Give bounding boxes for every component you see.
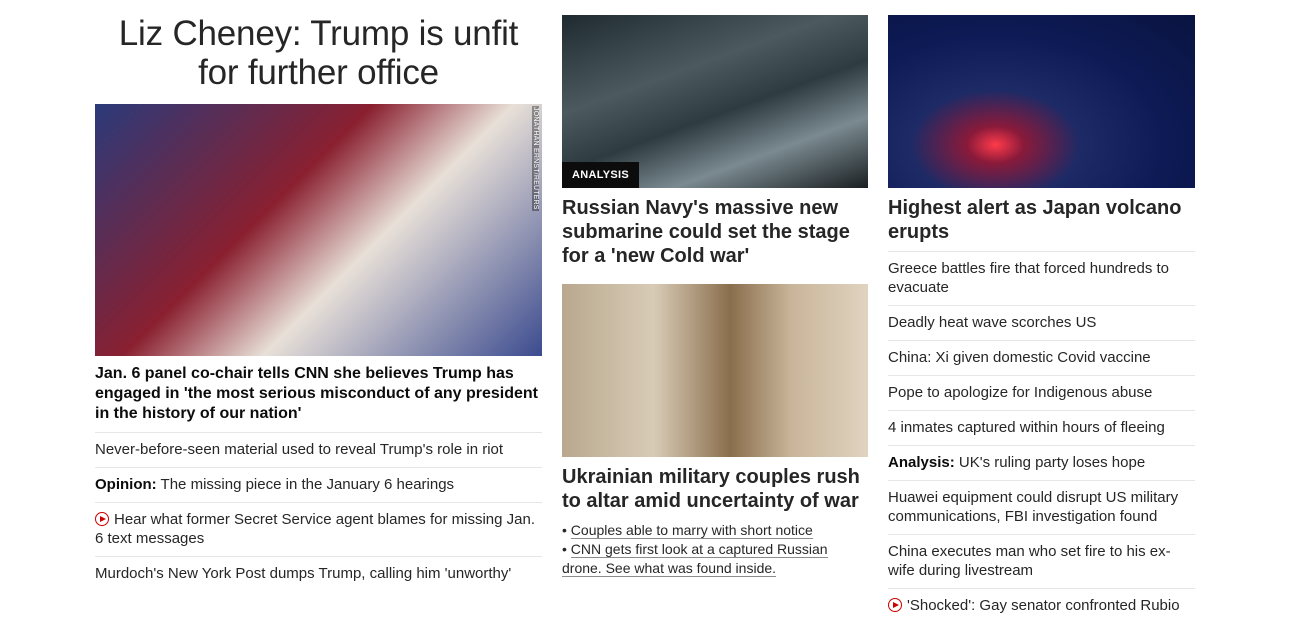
- link-text: Greece battles fire that forced hundreds…: [888, 260, 1169, 296]
- middle-column: ANALYSIS Russian Navy's massive new subm…: [562, 0, 868, 578]
- link-text: UK's ruling party loses hope: [954, 454, 1146, 471]
- play-video-icon: [95, 512, 109, 526]
- headline-link[interactable]: Deadly heat wave scorches US: [888, 305, 1195, 340]
- headline-link[interactable]: China: Xi given domestic Covid vaccine: [888, 340, 1195, 375]
- headline-link[interactable]: Analysis: UK's ruling party loses hope: [888, 445, 1195, 480]
- bullet-link[interactable]: • Couples able to marry with short notic…: [562, 521, 868, 540]
- submarine-headline[interactable]: Russian Navy's massive new submarine cou…: [562, 196, 868, 268]
- right-column: Highest alert as Japan volcano erupts Gr…: [888, 0, 1195, 623]
- volcano-image[interactable]: [888, 15, 1195, 188]
- headline-link[interactable]: Greece battles fire that forced hundreds…: [888, 251, 1195, 305]
- wedding-image[interactable]: [562, 284, 868, 457]
- link-text: 'Shocked': Gay senator confronted Rubio: [907, 597, 1180, 614]
- headline-link[interactable]: 4 inmates captured within hours of fleei…: [888, 410, 1195, 445]
- link-text: 4 inmates captured within hours of fleei…: [888, 419, 1165, 436]
- headline-link[interactable]: Pope to apologize for Indigenous abuse: [888, 375, 1195, 410]
- link-text: Huawei equipment could disrupt US milita…: [888, 489, 1179, 525]
- headline-link[interactable]: Never-before-seen material used to revea…: [95, 432, 542, 467]
- headline-link[interactable]: Huawei equipment could disrupt US milita…: [888, 480, 1195, 534]
- analysis-badge: ANALYSIS: [562, 162, 640, 188]
- lead-story-headline[interactable]: Jan. 6 panel co-chair tells CNN she beli…: [95, 364, 542, 424]
- link-text: China: Xi given domestic Covid vaccine: [888, 349, 1151, 366]
- link-text: The missing piece in the January 6 heari…: [156, 476, 455, 493]
- headline-link[interactable]: Murdoch's New York Post dumps Trump, cal…: [95, 556, 542, 591]
- play-video-icon: [888, 598, 902, 612]
- link-text: Deadly heat wave scorches US: [888, 314, 1097, 331]
- wedding-bullet-links: • Couples able to marry with short notic…: [562, 521, 868, 578]
- headline-list: Greece battles fire that forced hundreds…: [888, 251, 1195, 623]
- link-label-prefix: Opinion:: [95, 476, 157, 493]
- headline-link[interactable]: 'Shocked': Gay senator confronted Rubio: [888, 588, 1195, 623]
- link-text: China executes man who set fire to his e…: [888, 543, 1171, 579]
- bullet-link[interactable]: • CNN gets first look at a captured Russ…: [562, 540, 868, 578]
- headline-link[interactable]: Hear what former Secret Service agent bl…: [95, 502, 542, 556]
- headline-link[interactable]: Opinion: The missing piece in the Januar…: [95, 467, 542, 502]
- wedding-headline[interactable]: Ukrainian military couples rush to altar…: [562, 465, 868, 513]
- link-text: Pope to apologize for Indigenous abuse: [888, 384, 1153, 401]
- hero-image[interactable]: JONATHAN ERNST/REUTERS: [95, 104, 542, 356]
- submarine-image[interactable]: ANALYSIS: [562, 15, 868, 188]
- hero-headline[interactable]: Liz Cheney: Trump is unfit for further o…: [95, 14, 542, 92]
- link-text: Hear what former Secret Service agent bl…: [95, 511, 536, 547]
- volcano-headline[interactable]: Highest alert as Japan volcano erupts: [888, 196, 1195, 244]
- headline-link[interactable]: China executes man who set fire to his e…: [888, 534, 1195, 588]
- link-text: Murdoch's New York Post dumps Trump, cal…: [95, 565, 512, 582]
- image-credit: JONATHAN ERNST/REUTERS: [532, 106, 539, 211]
- related-links-list: Never-before-seen material used to revea…: [95, 432, 542, 591]
- link-label-prefix: Analysis:: [888, 454, 955, 471]
- link-text: Never-before-seen material used to revea…: [95, 441, 504, 458]
- lead-story-column: Liz Cheney: Trump is unfit for further o…: [95, 0, 542, 591]
